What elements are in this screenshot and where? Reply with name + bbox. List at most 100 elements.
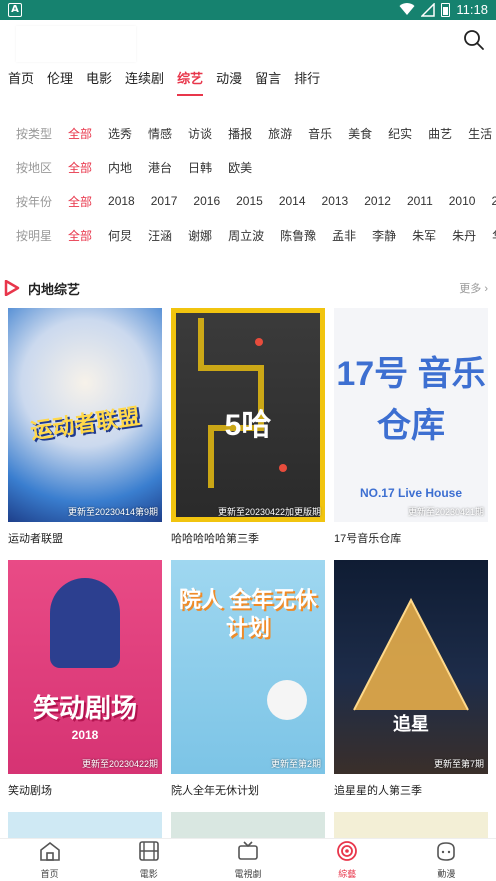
search-icon[interactable] — [462, 28, 486, 52]
filter-option[interactable]: 音乐 — [308, 125, 332, 142]
filter-option[interactable]: 2018 — [108, 194, 135, 208]
filter-label: 按地区 — [16, 160, 53, 175]
filter-option[interactable]: 内地 — [108, 159, 132, 176]
filter-row: 按年份 全部 2018 2017 2016 2015 2014 2013 2012 2011 201… — [0, 184, 496, 218]
app-notification-icon: A — [8, 3, 22, 17]
filter-option[interactable]: 2014 — [279, 194, 306, 208]
filter-option[interactable]: 朱丹 — [452, 227, 476, 244]
filter-option[interactable]: 2012 — [364, 194, 391, 208]
filter-option[interactable]: 2013 — [322, 194, 349, 208]
filter-option[interactable]: 李静 — [372, 227, 396, 244]
filter-option[interactable]: 欧美 — [228, 159, 252, 176]
category-tab[interactable]: 电影 — [86, 66, 112, 96]
poster-image: 5哈 更新至20230422加更版期 — [171, 308, 325, 522]
category-nav: 首页 伦理 电影 连续剧 综艺 动漫 留言 排行 — [0, 66, 496, 96]
show-card[interactable]: 17号 音乐仓库 NO.17 Live House 更新至20230421期 1… — [334, 308, 488, 546]
filter-option[interactable]: 谢娜 — [188, 227, 212, 244]
category-tab[interactable]: 留言 — [255, 66, 281, 96]
filter-option[interactable]: 2015 — [236, 194, 263, 208]
filter-option[interactable]: 生活 — [468, 125, 492, 142]
filter-option[interactable]: 全部 — [68, 227, 92, 244]
film-icon — [138, 840, 160, 865]
filter-option[interactable]: 周立波 — [228, 227, 264, 244]
category-tab[interactable]: 连续剧 — [125, 66, 164, 96]
status-bar: A 11:18 — [0, 0, 496, 20]
section-title: 内地综艺 — [28, 282, 81, 297]
poster-image: 17号 音乐仓库 NO.17 Live House 更新至20230421期 — [334, 308, 488, 522]
filter-row: 按类型全部选秀情感访谈播报旅游音乐美食纪实曲艺生活游戏 — [0, 116, 496, 150]
show-card[interactable]: 5哈 更新至20230422加更版期 哈哈哈哈哈第三季 — [171, 308, 325, 546]
poster-art — [353, 597, 469, 711]
update-badge: 更新至20230422期 — [81, 759, 158, 769]
play-triangle-icon — [4, 280, 20, 296]
filter-option[interactable]: 日韩 — [188, 159, 212, 176]
poster-title: 笑动剧场 — [32, 693, 137, 723]
update-badge: 更新至第2期 — [270, 759, 321, 769]
filter-option[interactable]: 2009 — [491, 194, 496, 208]
show-title: 哈哈哈哈哈第三季 — [171, 533, 259, 545]
filter-option[interactable]: 2016 — [193, 194, 220, 208]
show-card[interactable]: 院人 全年无休 计划 更新至第2期 院人全年无休计划 — [171, 560, 325, 798]
bottom-nav-item[interactable]: 動漫 — [397, 839, 496, 881]
poster-image: 笑动剧场 2018 更新至20230422期 — [8, 560, 162, 774]
filter-option[interactable]: 2011 — [407, 194, 433, 208]
filter-option[interactable]: 陈鲁豫 — [280, 227, 316, 244]
bottom-nav-item[interactable]: 電視劇 — [198, 839, 297, 881]
section-header: 内地综艺 更多 › — [0, 276, 496, 300]
poster-title: 院人 全年无休 计划 — [178, 587, 318, 640]
filter-option[interactable]: 全部 — [68, 193, 92, 210]
poster-image: 运动者联盟 更新至20230414第9期 — [8, 308, 162, 522]
filter-option[interactable]: 2010 — [449, 194, 476, 208]
filter-option[interactable]: 华少 — [492, 227, 496, 244]
poster-title: 运动者联盟 — [28, 403, 142, 444]
tv-icon — [237, 840, 259, 865]
filter-label: 按类型 — [16, 126, 53, 141]
filter-option[interactable]: 孟非 — [332, 227, 356, 244]
filter-option[interactable]: 何炅 — [108, 227, 132, 244]
filter-option[interactable]: 访谈 — [188, 125, 212, 142]
more-link[interactable]: 更多 › — [459, 280, 488, 296]
filter-option[interactable]: 旅游 — [268, 125, 292, 142]
filter-row: 按地区 全部 内地 港台 日韩 欧美 — [0, 150, 496, 184]
show-card[interactable]: 运动者联盟 更新至20230414第9期 运动者联盟 — [8, 308, 162, 546]
filter-option[interactable]: 港台 — [148, 159, 172, 176]
poster-subtitle: NO.17 Live House — [359, 486, 463, 500]
show-card[interactable]: 追星 更新至第7期 追星星的人第三季 — [334, 560, 488, 798]
filter-label: 按年份 — [16, 194, 53, 209]
poster-image: 院人 全年无休 计划 更新至第2期 — [171, 560, 325, 774]
bottom-nav-item[interactable]: 綜藝 — [298, 839, 397, 881]
filter-option[interactable]: 播报 — [228, 125, 252, 142]
bottom-nav-item[interactable]: 電影 — [99, 839, 198, 881]
filter-option[interactable]: 美食 — [348, 125, 372, 142]
show-title: 运动者联盟 — [8, 533, 63, 545]
filter-option[interactable]: 纪实 — [388, 125, 412, 142]
update-badge: 更新至20230421期 — [407, 507, 484, 517]
site-logo[interactable] — [16, 26, 136, 62]
show-card[interactable]: 笑动剧场 2018 更新至20230422期 笑动剧场 — [8, 560, 162, 798]
filter-option[interactable]: 曲艺 — [428, 125, 452, 142]
category-tab[interactable]: 首页 — [8, 66, 34, 96]
category-tab[interactable]: 综艺 — [177, 66, 204, 96]
category-tab[interactable]: 伦理 — [47, 66, 73, 96]
poster-title: 5哈 — [224, 409, 272, 442]
filter-option[interactable]: 全部 — [68, 159, 92, 176]
update-badge: 更新至20230414第9期 — [67, 507, 158, 517]
cat-icon — [435, 841, 457, 865]
filter-option[interactable]: 朱军 — [412, 227, 436, 244]
filter-option[interactable]: 选秀 — [108, 125, 132, 142]
top-bar — [0, 20, 496, 64]
filter-option[interactable]: 全部 — [68, 125, 92, 142]
poster-figure — [267, 680, 307, 720]
filter-option[interactable]: 汪涵 — [148, 227, 172, 244]
filter-option[interactable]: 情感 — [148, 125, 172, 142]
show-title: 17号音乐仓库 — [334, 533, 402, 545]
status-time: 11:18 — [456, 2, 488, 17]
category-tab[interactable]: 动漫 — [216, 66, 242, 96]
bottom-nav-item[interactable]: 首页 — [0, 839, 99, 881]
poster-image: 追星 更新至第7期 — [334, 560, 488, 774]
filter-option[interactable]: 2017 — [151, 194, 178, 208]
poster-subtitle: 2018 — [71, 728, 99, 742]
bottom-nav-label: 動漫 — [437, 868, 456, 879]
category-tab[interactable]: 排行 — [294, 66, 320, 96]
home-icon — [39, 841, 61, 865]
